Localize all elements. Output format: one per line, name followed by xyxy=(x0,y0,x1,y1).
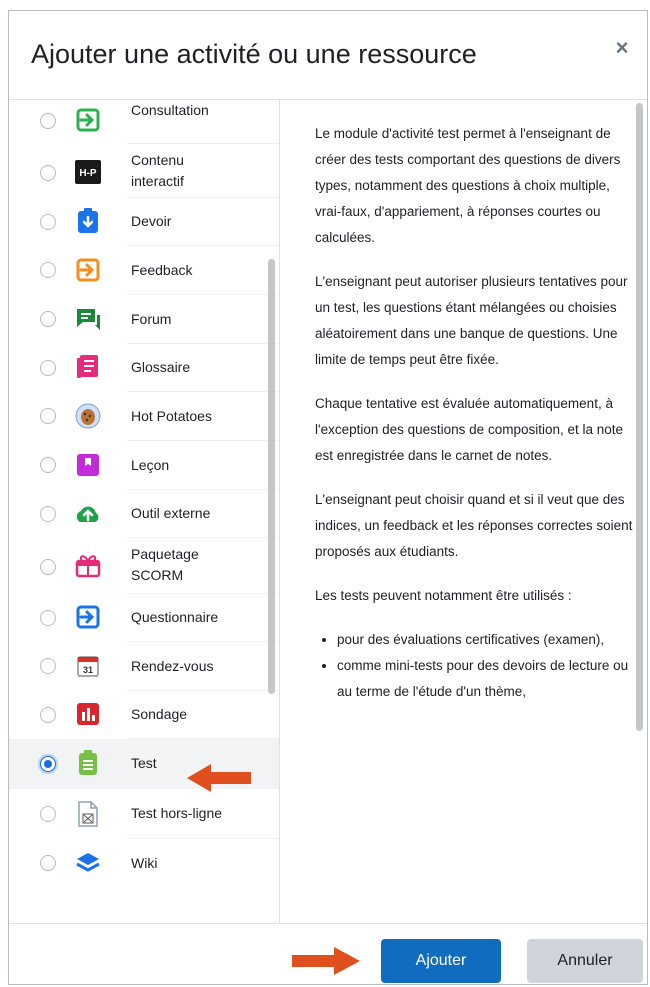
radio-button[interactable] xyxy=(40,408,56,424)
annotation-arrow-right-icon xyxy=(292,947,360,975)
activity-item-feedback[interactable]: Feedback xyxy=(9,246,279,295)
forum-icon xyxy=(75,306,101,332)
radio-button[interactable] xyxy=(40,360,56,376)
description-bullet: comme mini-tests pour des devoirs de lec… xyxy=(337,653,637,705)
activity-item-contenu-interactif[interactable]: H-P Contenu interactif xyxy=(9,144,279,198)
activity-item-questionnaire[interactable]: Questionnaire xyxy=(9,594,279,642)
activity-label: Consultation xyxy=(131,102,209,118)
dialog-header: Ajouter une activité ou une ressource × xyxy=(9,11,647,100)
activity-item-glossaire[interactable]: Glossaire xyxy=(9,344,279,392)
activity-item-outil-externe[interactable]: Outil externe xyxy=(9,490,279,538)
activity-label: Leçon xyxy=(131,457,170,473)
activity-item-paquetage-scorm[interactable]: Paquetage SCORM xyxy=(9,538,279,594)
cancel-button[interactable]: Annuler xyxy=(527,939,643,983)
enter-arrow-green-icon xyxy=(75,107,101,133)
radio-button[interactable] xyxy=(40,262,56,278)
radio-button[interactable] xyxy=(40,311,56,327)
radio-button[interactable] xyxy=(40,610,56,626)
activity-item-forum[interactable]: Forum xyxy=(9,295,279,344)
activity-label: Questionnaire xyxy=(131,609,219,625)
activity-item-test-hors-ligne[interactable]: Test hors-ligne xyxy=(9,789,279,839)
h5p-icon: H-P xyxy=(75,159,101,185)
activity-label: Hot Potatoes xyxy=(131,408,212,424)
activity-label: Test xyxy=(131,755,157,771)
radio-button[interactable] xyxy=(40,806,56,822)
activity-list: Consultation H-P Contenu interactif Devo… xyxy=(9,99,280,924)
description-bullet-list: pour des évaluations certificatives (exa… xyxy=(315,627,637,705)
activity-label: Glossaire xyxy=(131,359,191,375)
lesson-icon xyxy=(75,452,101,478)
activity-label: Test hors-ligne xyxy=(131,805,223,821)
activity-item-rendez-vous[interactable]: 31 Rendez-vous xyxy=(9,642,279,691)
radio-button[interactable] xyxy=(40,506,56,522)
activity-label: Wiki xyxy=(131,855,158,871)
radio-button[interactable] xyxy=(40,855,56,871)
activity-label: Rendez-vous xyxy=(131,658,214,674)
description-paragraph: L'enseignant peut autoriser plusieurs te… xyxy=(315,274,628,367)
radio-button[interactable] xyxy=(40,658,56,674)
add-activity-dialog: Ajouter une activité ou une ressource × … xyxy=(8,10,648,985)
dialog-body: Consultation H-P Contenu interactif Devo… xyxy=(9,99,647,924)
calendar-icon: 31 xyxy=(75,653,101,679)
glossary-icon xyxy=(75,354,101,380)
description-paragraph: L'enseignant peut choisir quand et si il… xyxy=(315,492,633,559)
activity-label: Feedback xyxy=(131,262,193,278)
description-paragraph: Chaque tentative est évaluée automatique… xyxy=(315,396,624,463)
activity-label: Outil externe xyxy=(131,505,211,521)
assignment-icon xyxy=(75,208,101,234)
radio-button-checked[interactable] xyxy=(40,756,56,772)
activity-label: Sondage xyxy=(131,706,188,722)
enter-arrow-orange-icon xyxy=(75,257,101,283)
activity-item-devoir[interactable]: Devoir xyxy=(9,198,279,246)
wiki-icon xyxy=(75,850,101,876)
activity-item-sondage[interactable]: Sondage xyxy=(9,691,279,739)
radio-button[interactable] xyxy=(40,457,56,473)
description-bullet: pour des évaluations certificatives (exa… xyxy=(337,627,637,653)
activity-label: Contenu interactif xyxy=(131,152,184,189)
activity-item-lecon[interactable]: Leçon xyxy=(9,441,279,490)
radio-button[interactable] xyxy=(40,559,56,575)
offline-quiz-icon xyxy=(75,801,101,827)
activity-item-consultation[interactable]: Consultation xyxy=(9,99,279,144)
radio-button[interactable] xyxy=(40,113,56,129)
description-scrollbar[interactable] xyxy=(636,103,643,731)
radio-button[interactable] xyxy=(40,707,56,723)
survey-icon xyxy=(75,701,101,727)
quiz-icon xyxy=(75,750,101,776)
hot-potatoes-icon xyxy=(75,403,101,429)
svg-text:31: 31 xyxy=(83,665,93,675)
activity-list-scrollbar[interactable] xyxy=(268,259,275,694)
close-icon[interactable]: × xyxy=(611,35,633,60)
description-paragraph: Le module d'activité test permet à l'ens… xyxy=(315,126,621,245)
description-paragraph: Les tests peuvent notamment être utilisé… xyxy=(315,588,572,603)
annotation-arrow-left-icon xyxy=(187,764,251,792)
dialog-title: Ajouter une activité ou une ressource xyxy=(31,39,477,69)
radio-button[interactable] xyxy=(40,165,56,181)
svg-text:H-P: H-P xyxy=(79,168,97,179)
activity-label: Devoir xyxy=(131,213,172,229)
activity-label: Paquetage SCORM xyxy=(131,546,199,583)
radio-button[interactable] xyxy=(40,214,56,230)
add-button[interactable]: Ajouter xyxy=(381,939,501,983)
activity-item-hot-potatoes[interactable]: Hot Potatoes xyxy=(9,392,279,441)
enter-arrow-blue-icon xyxy=(75,604,101,630)
activity-label: Forum xyxy=(131,311,172,327)
external-tool-icon xyxy=(75,500,101,526)
scorm-icon xyxy=(75,552,101,578)
activity-description: Le module d'activité test permet à l'ens… xyxy=(291,99,647,924)
activity-item-wiki[interactable]: Wiki xyxy=(9,839,279,888)
